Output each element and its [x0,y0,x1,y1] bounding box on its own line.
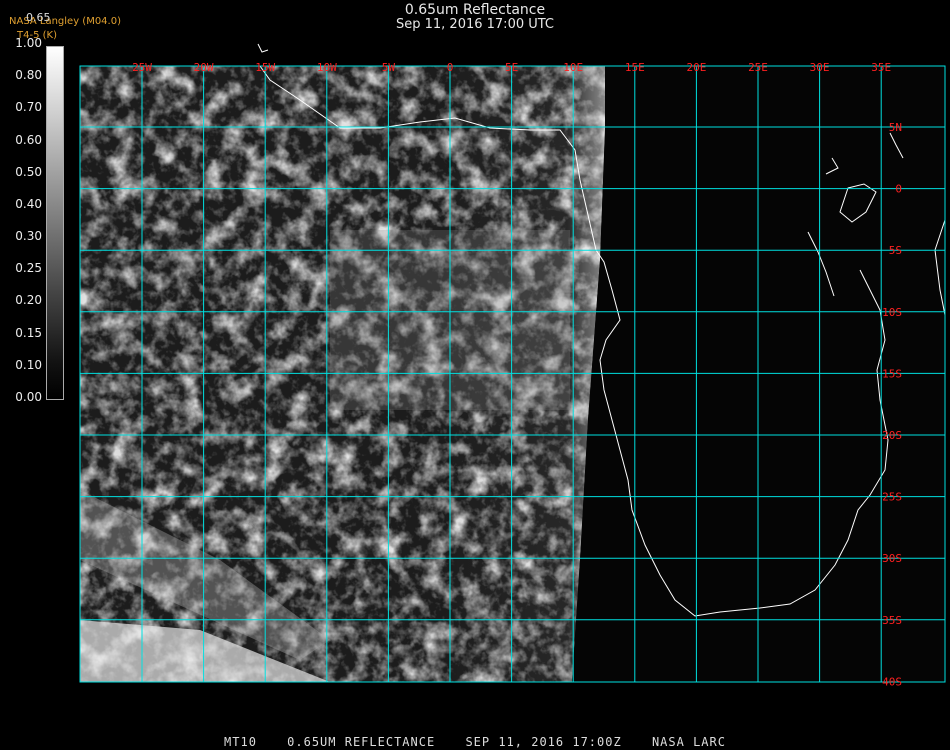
latitude-label: 20S [882,429,902,442]
longitude-label: 10W [317,61,337,74]
footer-product: MT10 [224,735,257,749]
latitude-label: 35S [882,614,902,627]
latitude-label: 0 [895,183,902,196]
longitude-label: 5E [505,61,518,74]
longitude-label: 25W [132,61,152,74]
longitude-label: 10E [563,61,583,74]
footer-caption: MT10 0.65UM REFLECTANCE SEP 11, 2016 17:… [0,735,950,749]
footer-description: 0.65UM REFLECTANCE [287,735,436,749]
footer-source: NASA LARC [651,735,726,749]
longitude-label: 15E [625,61,645,74]
latitude-label: 10S [882,306,902,319]
cloud-imagery [80,66,605,682]
satellite-map: 25W 20W 15W 10W 5W 0 5E 10E 15E 20E 25E 30E 35E 5N 0 5… [79,43,946,688]
footer-datetime: SEP 11, 2016 17:00Z [465,735,622,749]
longitude-label: 35E [871,61,891,74]
longitude-label: 0 [447,61,454,74]
longitude-label: 20E [686,61,706,74]
latitude-label: 40S [882,675,902,688]
latitude-label: 5N [889,121,902,134]
latitude-label: 25S [882,491,902,504]
longitude-label: 15W [255,61,275,74]
longitude-label: 20W [194,61,214,74]
longitude-label: 5W [382,61,396,74]
latitude-label: 5S [889,244,902,257]
longitude-label: 25E [748,61,768,74]
latitude-label: 15S [882,367,902,380]
latitude-label: 30S [882,552,902,565]
longitude-label: 30E [810,61,830,74]
